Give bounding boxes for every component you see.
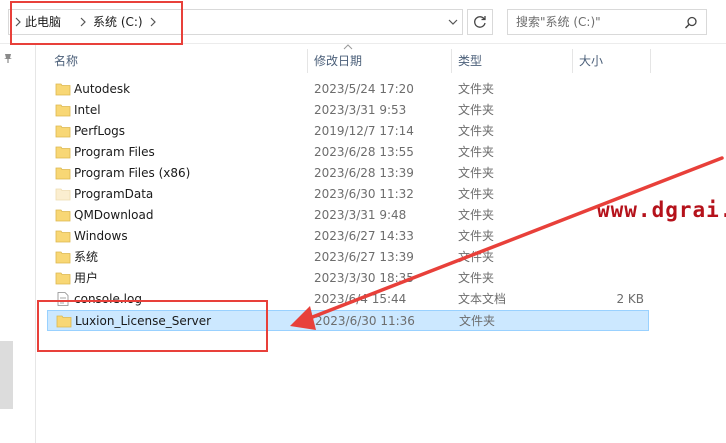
annotation-arrow-icon bbox=[290, 156, 724, 330]
